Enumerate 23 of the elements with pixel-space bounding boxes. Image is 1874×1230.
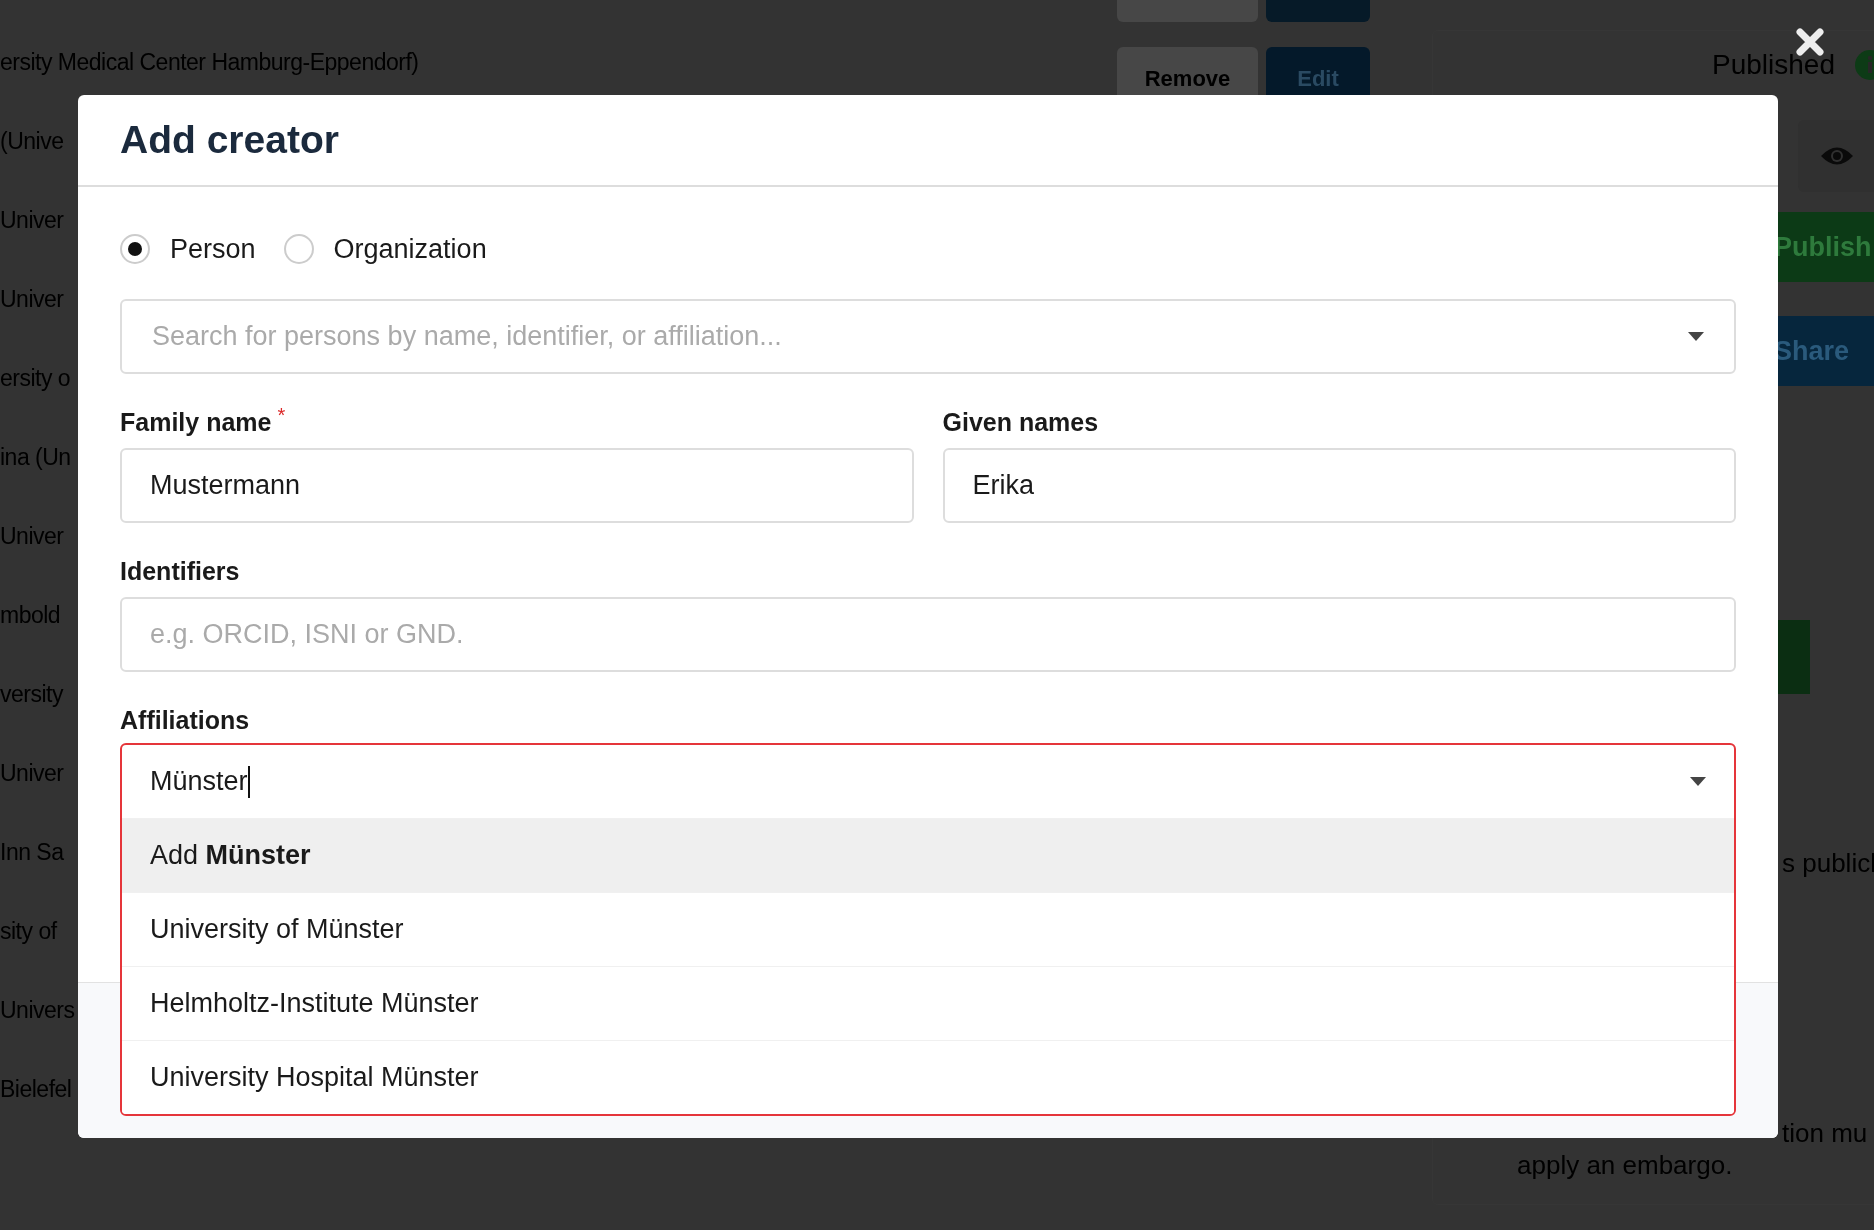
input-field[interactable]: Mustermann <box>120 448 914 523</box>
input-field[interactable]: e.g. ORCID, ISNI or GND. <box>120 597 1736 672</box>
field-label: Family name <box>120 408 272 436</box>
affiliations-field[interactable]: Münster <box>122 745 1734 818</box>
text-cursor <box>247 765 250 798</box>
radio-button[interactable] <box>283 234 314 264</box>
dropdown-option[interactable]: University Hospital Münster <box>122 1040 1734 1114</box>
radio-label[interactable]: Person <box>170 228 256 270</box>
dialog-title: Add creator <box>120 116 339 163</box>
eye-icon <box>1820 145 1854 167</box>
field-label: Identifiers <box>120 557 241 585</box>
field-label: Affiliations <box>120 706 251 734</box>
input-field[interactable]: Erika <box>942 448 1736 523</box>
input-text: Münster <box>150 765 248 799</box>
caret-icon <box>1688 332 1704 341</box>
dropdown-option[interactable]: Add Münster <box>122 818 1734 892</box>
caret-icon <box>1690 777 1706 786</box>
close-icon[interactable] <box>1796 28 1824 56</box>
field-label: Given names <box>942 408 1099 436</box>
required-mark: * <box>277 403 286 428</box>
placeholder-text: Search for persons by name, identifier, or affiliation... <box>152 320 782 354</box>
radio-button[interactable] <box>120 234 150 264</box>
radio-label[interactable]: Organization <box>333 228 487 270</box>
